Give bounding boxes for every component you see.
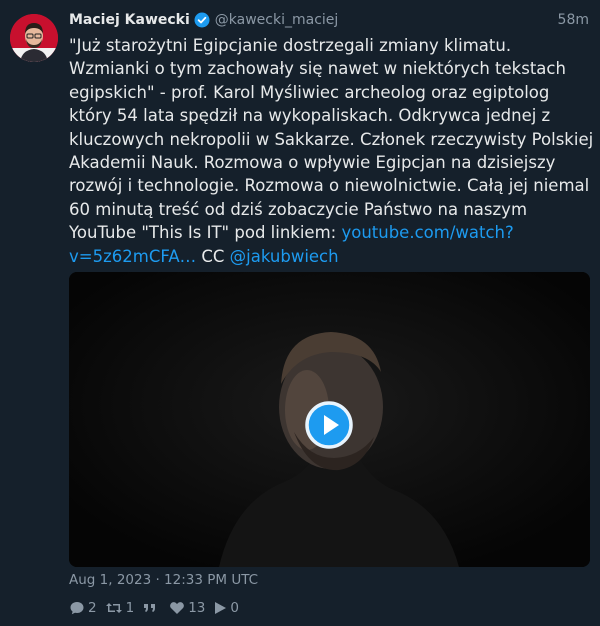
views-count: 0 <box>230 600 239 616</box>
cc-text: CC <box>196 246 230 266</box>
tweet-text: "Już starożytni Egipcjanie dostrzegali z… <box>69 34 595 268</box>
video-player[interactable] <box>69 272 590 567</box>
author-name[interactable]: Maciej Kawecki <box>69 12 190 28</box>
tweet-date[interactable]: Aug 1, 2023 · 12:33 PM UTC <box>69 572 258 588</box>
play-button-icon[interactable] <box>304 400 354 450</box>
reply-button[interactable]: 2 <box>69 600 97 616</box>
views-button[interactable]: 0 <box>213 600 239 616</box>
play-views-icon <box>215 602 227 614</box>
like-button[interactable]: 13 <box>169 600 205 616</box>
heart-icon <box>170 602 185 614</box>
author-handle[interactable]: @kawecki_maciej <box>215 12 339 28</box>
reply-count: 2 <box>88 600 97 616</box>
retweet-icon <box>105 603 122 613</box>
tweet-actions: 2 1 13 0 <box>69 598 247 618</box>
reply-icon <box>70 602 84 615</box>
tweet-time[interactable]: 58m <box>558 12 589 28</box>
retweet-count: 1 <box>125 600 135 616</box>
retweet-button[interactable]: 1 <box>105 600 135 616</box>
quote-button[interactable] <box>142 600 161 616</box>
quote-icon <box>144 604 156 612</box>
mention-link[interactable]: @jakubwiech <box>230 247 339 266</box>
tweet-body: "Już starożytni Egipcjanie dostrzegali z… <box>69 36 599 243</box>
tweet-header: Maciej Kawecki @kawecki_maciej 58m <box>69 8 589 32</box>
like-count: 13 <box>188 600 206 616</box>
verified-badge-icon <box>194 12 210 28</box>
avatar[interactable] <box>10 14 58 62</box>
